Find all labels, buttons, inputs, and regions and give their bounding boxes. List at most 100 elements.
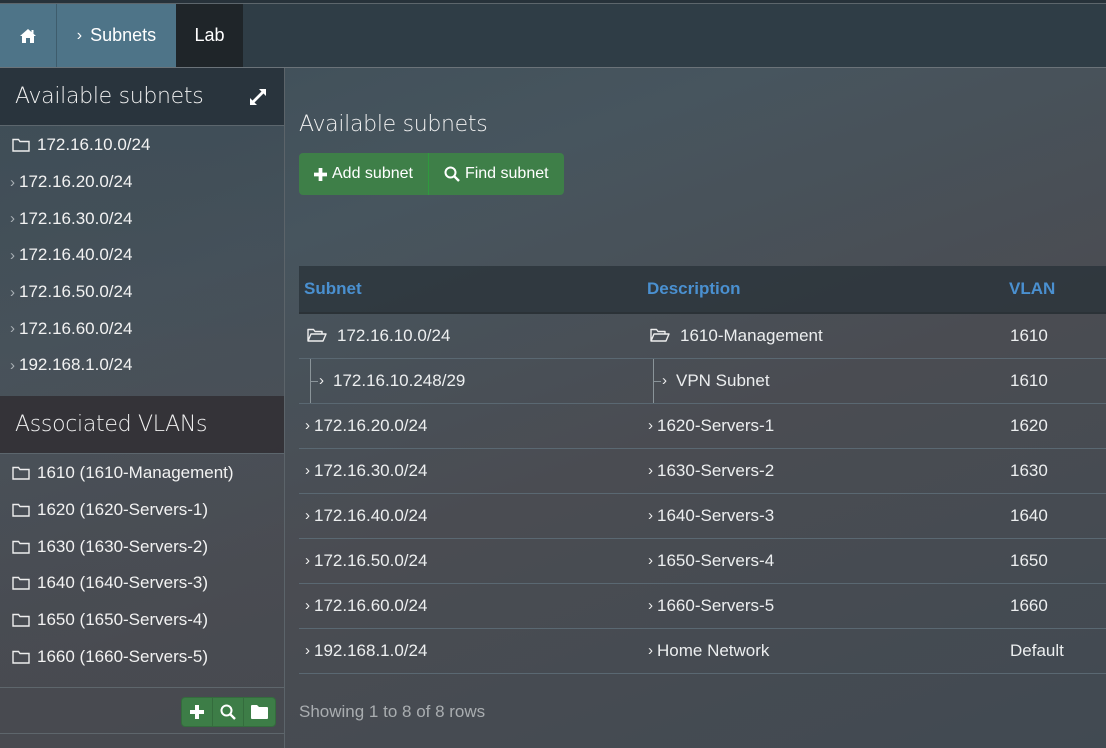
find-subnet-label: Find subnet <box>464 165 549 182</box>
chevron-right-icon: › <box>305 507 310 524</box>
subnet-link[interactable]: 172.16.60.0/24 <box>314 596 427 616</box>
chevron-right-icon: › <box>10 356 15 374</box>
subnets-panel-header: Available subnets <box>0 68 284 126</box>
vlan-cell: 1610 <box>1004 313 1106 359</box>
table-row[interactable]: › 172.16.40.0/24 › 1640-Servers-3 1640 <box>299 493 1106 539</box>
breadcrumb-home[interactable] <box>0 4 57 67</box>
subnet-tree-item[interactable]: › 172.16.20.0/24 <box>0 164 284 201</box>
chevron-right-icon: › <box>305 552 310 569</box>
tree-branch <box>310 380 318 382</box>
subnet-link[interactable]: 192.168.1.0/24 <box>314 641 427 661</box>
chevron-right-icon: › <box>10 283 15 301</box>
column-header-subnet[interactable]: Subnet <box>299 266 642 314</box>
vlan-cell: Default <box>1004 628 1106 674</box>
subnet-tree-item[interactable]: 172.16.10.0/24 <box>0 127 284 164</box>
folder-icon <box>12 540 30 554</box>
subnet-link[interactable]: 172.16.20.0/24 <box>314 416 427 436</box>
chevron-right-icon: › <box>648 597 653 614</box>
main-content: Available subnets Add subnet Find subnet… <box>285 68 1106 748</box>
expand-icon[interactable] <box>248 87 268 107</box>
vlan-item[interactable]: 1630 (1630-Servers-2) <box>0 528 284 565</box>
subnets-table: Subnet Description VLAN 172.16.10.0/24 1… <box>299 266 1106 674</box>
folder-icon <box>12 577 30 591</box>
vlan-label: 1610 (1610-Management) <box>37 463 234 483</box>
table-row[interactable]: › 172.16.60.0/24 › 1660-Servers-5 1660 <box>299 583 1106 629</box>
subnet-tree-label: 192.168.1.0/24 <box>19 355 133 375</box>
subnet-link[interactable]: 172.16.10.0/24 <box>337 326 450 346</box>
vlans-panel-title: Associated VLANs <box>15 412 208 437</box>
subnet-link[interactable]: 172.16.40.0/24 <box>314 506 427 526</box>
breadcrumb-lab-label: Lab <box>194 25 225 45</box>
search-button[interactable] <box>213 698 244 726</box>
vlan-label: 1630 (1630-Servers-2) <box>37 536 209 556</box>
add-subnet-label: Add subnet <box>332 165 413 182</box>
subnet-link[interactable]: 172.16.30.0/24 <box>314 461 427 481</box>
table-row[interactable]: › 172.16.20.0/24 › 1620-Servers-1 1620 <box>299 403 1106 449</box>
column-header-vlan[interactable]: VLAN <box>1004 266 1106 314</box>
chevron-right-icon: › <box>662 372 667 389</box>
search-icon <box>220 704 236 720</box>
subnet-tree-item[interactable]: › 172.16.50.0/24 <box>0 274 284 311</box>
breadcrumb: › Subnets Lab <box>0 0 1106 68</box>
description-text: 1630-Servers-2 <box>657 460 775 480</box>
chevron-right-icon: › <box>648 642 653 659</box>
chevron-right-icon: › <box>305 597 310 614</box>
folder-icon <box>12 650 30 664</box>
chevron-right-icon: › <box>648 552 653 569</box>
folder-icon <box>12 613 30 627</box>
subnet-tree-item[interactable]: › 172.16.40.0/24 <box>0 237 284 274</box>
description-text: 1660-Servers-5 <box>657 595 775 615</box>
chevron-right-icon: › <box>76 26 83 44</box>
description-text: 1610-Management <box>680 325 823 345</box>
sidebar: Available subnets 172.16.10.0/24 › 172.1… <box>0 68 285 748</box>
breadcrumb-lab[interactable]: Lab <box>176 4 243 67</box>
chevron-right-icon: › <box>305 642 310 659</box>
table-row[interactable]: 172.16.10.0/24 1610-Management 1610 <box>299 313 1106 359</box>
vlans-panel-header: Associated VLANs <box>0 396 284 454</box>
folder-icon <box>12 139 30 153</box>
vlan-item[interactable]: 1650 (1650-Servers-4) <box>0 602 284 639</box>
vlan-item[interactable]: 1610 (1610-Management) <box>0 455 284 492</box>
chevron-right-icon: › <box>10 210 15 228</box>
chevron-right-icon: › <box>10 246 15 264</box>
subnet-actions: Add subnet Find subnet <box>299 153 564 195</box>
home-icon <box>20 28 36 43</box>
table-row[interactable]: › 172.16.30.0/24 › 1630-Servers-2 1630 <box>299 448 1106 494</box>
subnet-tree-label: 172.16.10.0/24 <box>37 135 151 155</box>
subnet-link[interactable]: 172.16.10.248/29 <box>333 371 465 391</box>
find-subnet-button[interactable]: Find subnet <box>429 153 564 195</box>
folder-button[interactable] <box>244 698 275 726</box>
table-row[interactable]: › 172.16.50.0/24 › 1650-Servers-4 1650 <box>299 538 1106 584</box>
chevron-right-icon: › <box>648 507 653 524</box>
vlan-item[interactable]: 1660 (1660-Servers-5) <box>0 638 284 675</box>
chevron-right-icon: › <box>305 417 310 434</box>
vlan-item[interactable]: 1640 (1640-Servers-3) <box>0 565 284 602</box>
column-header-description[interactable]: Description <box>642 266 1004 314</box>
subnet-tree-item[interactable]: › 192.168.1.0/24 <box>0 347 284 384</box>
breadcrumb-subnets[interactable]: › Subnets <box>57 4 176 67</box>
description-text: Home Network <box>657 640 770 660</box>
add-subnet-button[interactable]: Add subnet <box>299 153 429 195</box>
table-row[interactable]: › 192.168.1.0/24 › Home Network Default <box>299 628 1106 674</box>
breadcrumb-subnets-label: Subnets <box>90 25 157 45</box>
pagination-info: Showing 1 to 8 of 8 rows <box>299 702 486 721</box>
subnet-tree-item[interactable]: › 172.16.60.0/24 <box>0 310 284 347</box>
chevron-right-icon: › <box>648 417 653 434</box>
vlan-cell: 1650 <box>1004 538 1106 584</box>
sidebar-action-buttons <box>181 697 276 727</box>
vlan-cell: 1630 <box>1004 448 1106 494</box>
description-text: VPN Subnet <box>676 370 770 390</box>
subnet-tree-item[interactable]: › 172.16.30.0/24 <box>0 200 284 237</box>
subnet-link[interactable]: 172.16.50.0/24 <box>314 551 427 571</box>
vlan-cell: 1620 <box>1004 403 1106 449</box>
folder-solid-icon <box>251 705 268 719</box>
subnet-tree-label: 172.16.40.0/24 <box>19 245 133 265</box>
table-row[interactable]: › 172.16.10.248/29 › VPN Subnet 1610 <box>299 358 1106 404</box>
add-button[interactable] <box>182 698 213 726</box>
vlan-label: 1620 (1620-Servers-1) <box>37 500 209 520</box>
vlan-item[interactable]: 1620 (1620-Servers-1) <box>0 492 284 529</box>
vlan-label: 1640 (1640-Servers-3) <box>37 573 209 593</box>
subnet-tree-label: 172.16.30.0/24 <box>19 208 133 228</box>
chevron-right-icon: › <box>305 462 310 479</box>
chevron-right-icon: › <box>10 173 15 191</box>
